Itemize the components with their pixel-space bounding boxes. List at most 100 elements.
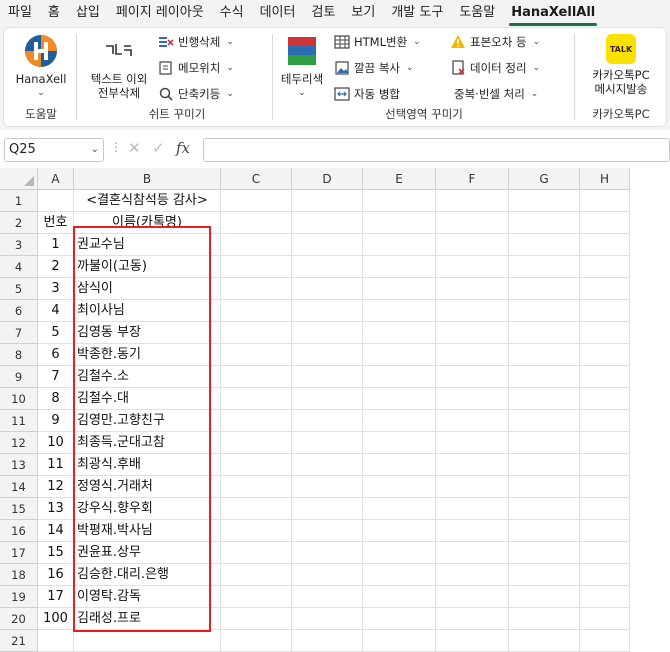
cell[interactable] bbox=[580, 366, 630, 388]
cell[interactable] bbox=[580, 256, 630, 278]
cell[interactable] bbox=[436, 410, 509, 432]
entry-name-cell[interactable]: 최종득.군대고참 bbox=[74, 432, 221, 454]
name-box[interactable]: Q25 ⌄ bbox=[4, 138, 104, 162]
cell[interactable] bbox=[363, 454, 436, 476]
cell[interactable] bbox=[363, 432, 436, 454]
memo-position-button[interactable]: 메모위치 ⌄ bbox=[158, 58, 234, 78]
shortcut-keys-button[interactable]: 단축키등 ⌄ bbox=[158, 84, 234, 104]
cell[interactable] bbox=[221, 476, 292, 498]
cell[interactable] bbox=[221, 498, 292, 520]
entry-name-cell[interactable]: 김철수.소 bbox=[74, 366, 221, 388]
insert-function-icon[interactable]: fx bbox=[176, 139, 190, 157]
entry-number-cell[interactable]: 9 bbox=[38, 410, 74, 432]
entry-name-cell[interactable]: 까불이(고동) bbox=[74, 256, 221, 278]
cell[interactable] bbox=[292, 344, 363, 366]
entry-name-cell[interactable]: 삼식이 bbox=[74, 278, 221, 300]
row-header[interactable]: 21 bbox=[0, 630, 38, 652]
menu-tab[interactable]: 삽입 bbox=[68, 0, 108, 26]
cell[interactable] bbox=[580, 630, 630, 652]
cell[interactable] bbox=[509, 410, 580, 432]
cell[interactable] bbox=[580, 300, 630, 322]
row-header[interactable]: 9 bbox=[0, 366, 38, 388]
cell[interactable] bbox=[436, 344, 509, 366]
entry-name-cell[interactable]: 김승한.대리.은행 bbox=[74, 564, 221, 586]
cell[interactable] bbox=[509, 630, 580, 652]
entry-number-cell[interactable]: 100 bbox=[38, 608, 74, 630]
cell[interactable] bbox=[509, 234, 580, 256]
cell[interactable] bbox=[292, 432, 363, 454]
cell[interactable] bbox=[363, 520, 436, 542]
cell[interactable] bbox=[221, 388, 292, 410]
row-header[interactable]: 5 bbox=[0, 278, 38, 300]
cell[interactable] bbox=[580, 344, 630, 366]
cell[interactable] bbox=[363, 630, 436, 652]
entry-number-cell[interactable]: 15 bbox=[38, 542, 74, 564]
cell[interactable] bbox=[221, 564, 292, 586]
cell[interactable] bbox=[363, 278, 436, 300]
entry-number-cell[interactable]: 16 bbox=[38, 564, 74, 586]
cell[interactable] bbox=[363, 388, 436, 410]
cell[interactable] bbox=[580, 190, 630, 212]
cell[interactable] bbox=[292, 388, 363, 410]
entry-name-cell[interactable]: 강우식.향우회 bbox=[74, 498, 221, 520]
cell[interactable] bbox=[436, 366, 509, 388]
cell[interactable] bbox=[292, 586, 363, 608]
cell[interactable] bbox=[221, 322, 292, 344]
cell[interactable] bbox=[38, 190, 74, 212]
hanaxell-button[interactable]: HanaXell ⌄ bbox=[12, 34, 70, 100]
cell[interactable] bbox=[292, 542, 363, 564]
cell[interactable] bbox=[436, 190, 509, 212]
entry-number-cell[interactable]: 14 bbox=[38, 520, 74, 542]
cell[interactable] bbox=[221, 608, 292, 630]
cell[interactable] bbox=[580, 564, 630, 586]
dup-blank-button[interactable]: 중복·빈셀 처리 ⌄ bbox=[454, 84, 538, 104]
cell[interactable] bbox=[38, 630, 74, 652]
entry-name-cell[interactable]: 김영만.고향친구 bbox=[74, 410, 221, 432]
row-header[interactable]: 12 bbox=[0, 432, 38, 454]
cell[interactable] bbox=[580, 212, 630, 234]
data-cleanup-button[interactable]: 데이터 정리 ⌄ bbox=[450, 58, 540, 78]
entry-number-cell[interactable]: 5 bbox=[38, 322, 74, 344]
cell[interactable] bbox=[363, 212, 436, 234]
cell[interactable] bbox=[509, 564, 580, 586]
row-header[interactable]: 8 bbox=[0, 344, 38, 366]
cell[interactable] bbox=[292, 300, 363, 322]
cell[interactable] bbox=[74, 630, 221, 652]
menu-tab[interactable]: 개발 도구 bbox=[383, 0, 451, 26]
cell[interactable] bbox=[292, 190, 363, 212]
cell[interactable] bbox=[509, 300, 580, 322]
cell[interactable] bbox=[436, 256, 509, 278]
cell[interactable] bbox=[436, 432, 509, 454]
cell[interactable] bbox=[580, 454, 630, 476]
cell[interactable] bbox=[436, 608, 509, 630]
cell[interactable] bbox=[509, 190, 580, 212]
cell[interactable] bbox=[509, 520, 580, 542]
cell[interactable] bbox=[436, 542, 509, 564]
menu-tab[interactable]: 검토 bbox=[303, 0, 343, 26]
cell[interactable] bbox=[509, 366, 580, 388]
cell[interactable] bbox=[292, 212, 363, 234]
cell[interactable] bbox=[363, 410, 436, 432]
entry-name-cell[interactable]: 정영식.거래처 bbox=[74, 476, 221, 498]
cell[interactable] bbox=[436, 498, 509, 520]
cell[interactable] bbox=[436, 234, 509, 256]
cell[interactable] bbox=[363, 564, 436, 586]
cell[interactable] bbox=[363, 476, 436, 498]
cell[interactable] bbox=[363, 608, 436, 630]
row-header[interactable]: 16 bbox=[0, 520, 38, 542]
entry-name-cell[interactable]: 김래성.프로 bbox=[74, 608, 221, 630]
cell[interactable] bbox=[509, 388, 580, 410]
cell[interactable] bbox=[363, 322, 436, 344]
entry-number-cell[interactable]: 4 bbox=[38, 300, 74, 322]
entry-number-cell[interactable]: 13 bbox=[38, 498, 74, 520]
entry-number-cell[interactable]: 10 bbox=[38, 432, 74, 454]
menu-tab[interactable]: 도움말 bbox=[451, 0, 503, 26]
cell[interactable] bbox=[363, 366, 436, 388]
cell[interactable] bbox=[221, 212, 292, 234]
formula-input[interactable] bbox=[203, 138, 670, 162]
cell[interactable] bbox=[292, 366, 363, 388]
cell[interactable] bbox=[221, 366, 292, 388]
cell[interactable] bbox=[436, 564, 509, 586]
cell[interactable] bbox=[509, 212, 580, 234]
cell[interactable] bbox=[509, 586, 580, 608]
